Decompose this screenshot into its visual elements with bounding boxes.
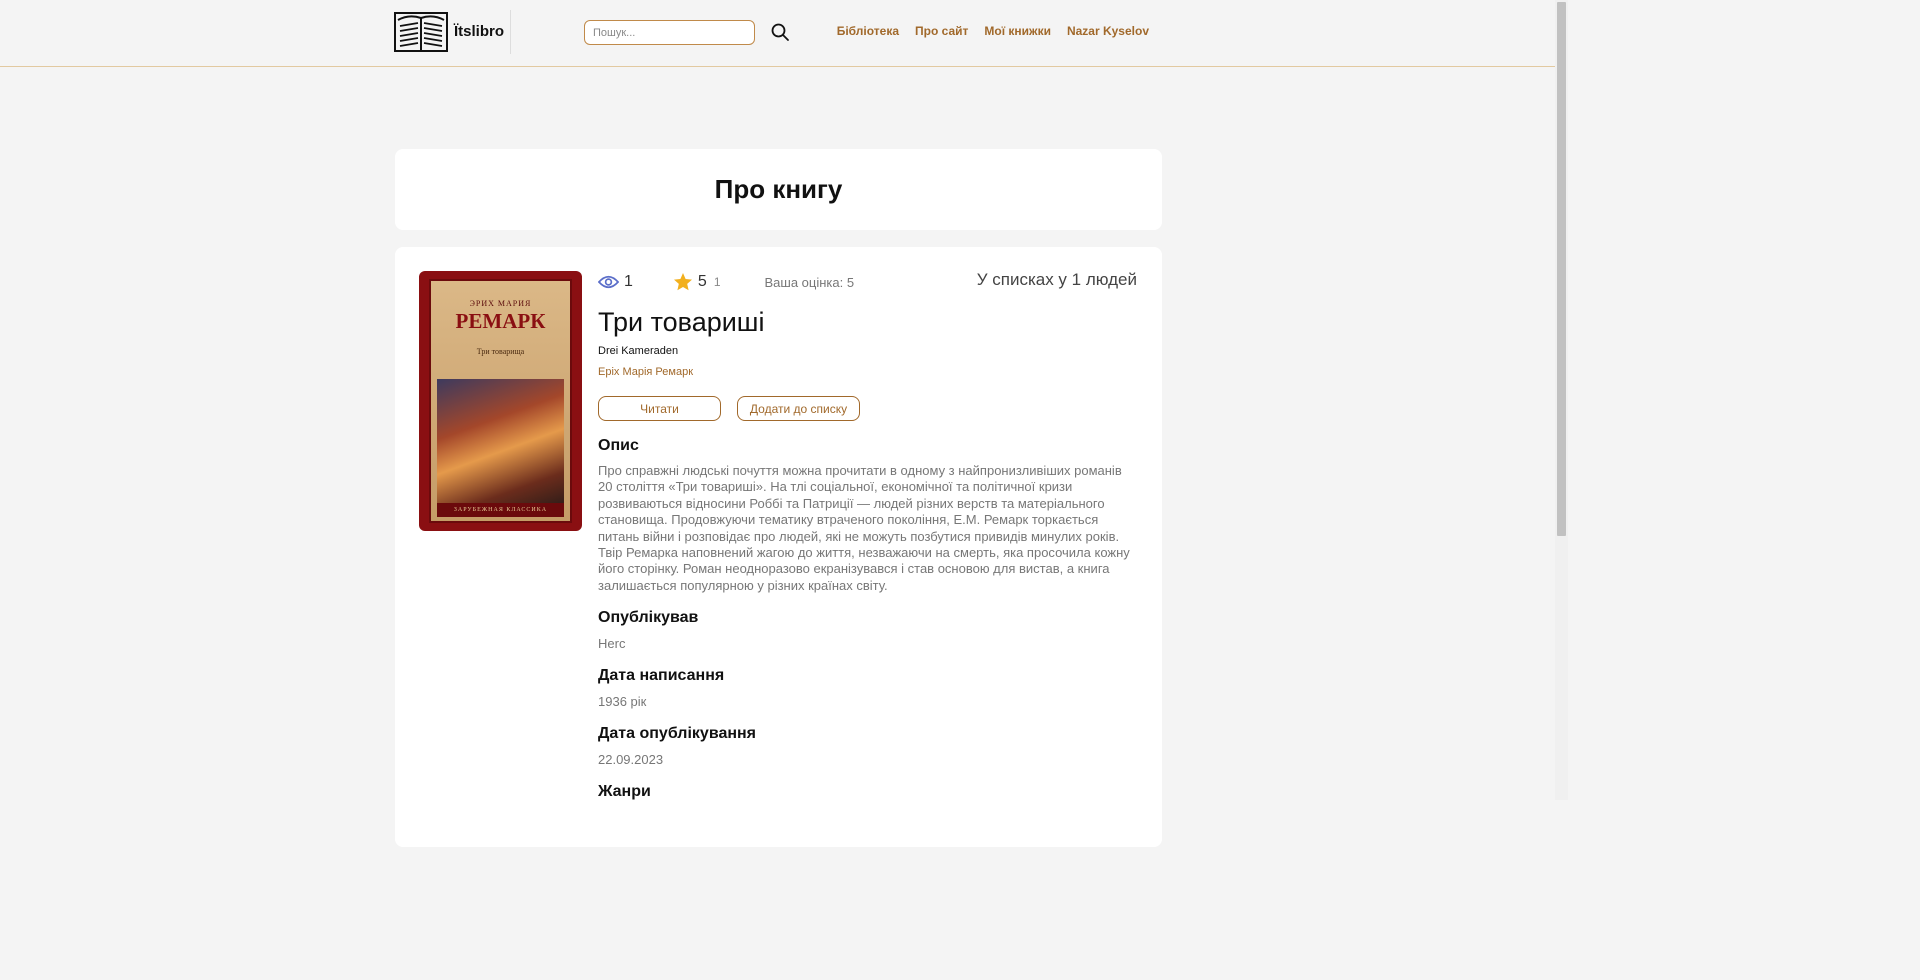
description-text: Про справжні людські почуття можна прочи… xyxy=(598,463,1130,593)
page-scrollbar[interactable] xyxy=(1555,0,1568,800)
cover-author-top: ЭРИХ МАРИЯ xyxy=(469,299,532,308)
page-title: Про книгу xyxy=(714,174,843,204)
book-stats: 1 5 1 Ваша оцінка: 5 xyxy=(598,271,854,293)
description-heading: Опис xyxy=(598,437,639,454)
nav-library[interactable]: Бібліотека xyxy=(837,24,899,38)
star-icon xyxy=(673,273,692,291)
cover-frame: ЭРИХ МАРИЯ РЕМАРК Три товарища ЗАРУБЕЖНА… xyxy=(429,279,572,523)
author-link[interactable]: Еріх Марія Ремарк xyxy=(598,366,693,378)
nav-about[interactable]: Про сайт xyxy=(915,24,968,38)
page-title-card: Про книгу xyxy=(395,149,1162,230)
main-nav: Бібліотека Про сайт Мої книжки Nazar Kys… xyxy=(837,24,1149,38)
genres-heading: Жанри xyxy=(598,783,651,800)
nav-my-books[interactable]: Мої книжки xyxy=(984,24,1051,38)
logo[interactable]: Ïtslibro xyxy=(394,10,512,54)
logo-text: Ïtslibro xyxy=(454,10,512,54)
book-title: Три товариші xyxy=(598,307,765,337)
eye-icon xyxy=(598,275,619,289)
written-date-value: 1936 рік xyxy=(598,694,647,709)
cover-illustration xyxy=(437,379,564,507)
published-date-heading: Дата опублікування xyxy=(598,725,756,742)
read-button[interactable]: Читати xyxy=(598,396,721,421)
search-icon xyxy=(771,23,789,41)
book-details-card: ЭРИХ МАРИЯ РЕМАРК Три товарища ЗАРУБЕЖНА… xyxy=(395,247,1162,847)
written-date-heading: Дата написання xyxy=(598,667,725,684)
add-to-list-button[interactable]: Додати до списку xyxy=(737,396,860,421)
cover-author: РЕМАРК xyxy=(455,309,546,333)
nav-user-profile[interactable]: Nazar Kyselov xyxy=(1067,24,1149,38)
views-stat: 1 xyxy=(598,273,633,291)
views-count: 1 xyxy=(624,273,633,290)
publisher-value: Herc xyxy=(598,636,626,651)
rating-value: 5 xyxy=(697,273,707,290)
in-lists-count: У списках у 1 людей xyxy=(976,270,1137,289)
site-header: Ïtslibro Бібліотека Про сайт Мої книжки … xyxy=(0,0,1555,67)
open-book-icon xyxy=(394,12,448,52)
your-rating[interactable]: Ваша оцінка: 5 xyxy=(765,275,855,290)
scrollbar-thumb[interactable] xyxy=(1557,2,1566,536)
cover-series: ЗАРУБЕЖНАЯ КЛАССИКА xyxy=(437,503,564,517)
published-date-value: 22.09.2023 xyxy=(598,752,664,767)
rating-count: 1 xyxy=(713,275,721,289)
original-title: Drei Kameraden xyxy=(598,345,679,357)
search-button[interactable] xyxy=(770,22,790,42)
search-input[interactable] xyxy=(584,20,755,45)
book-cover: ЭРИХ МАРИЯ РЕМАРК Три товарища ЗАРУБЕЖНА… xyxy=(419,271,582,531)
rating-stat: 5 1 xyxy=(673,272,721,292)
cover-subtitle: Три товарища xyxy=(476,347,525,356)
publisher-heading: Опублікував xyxy=(598,609,699,626)
